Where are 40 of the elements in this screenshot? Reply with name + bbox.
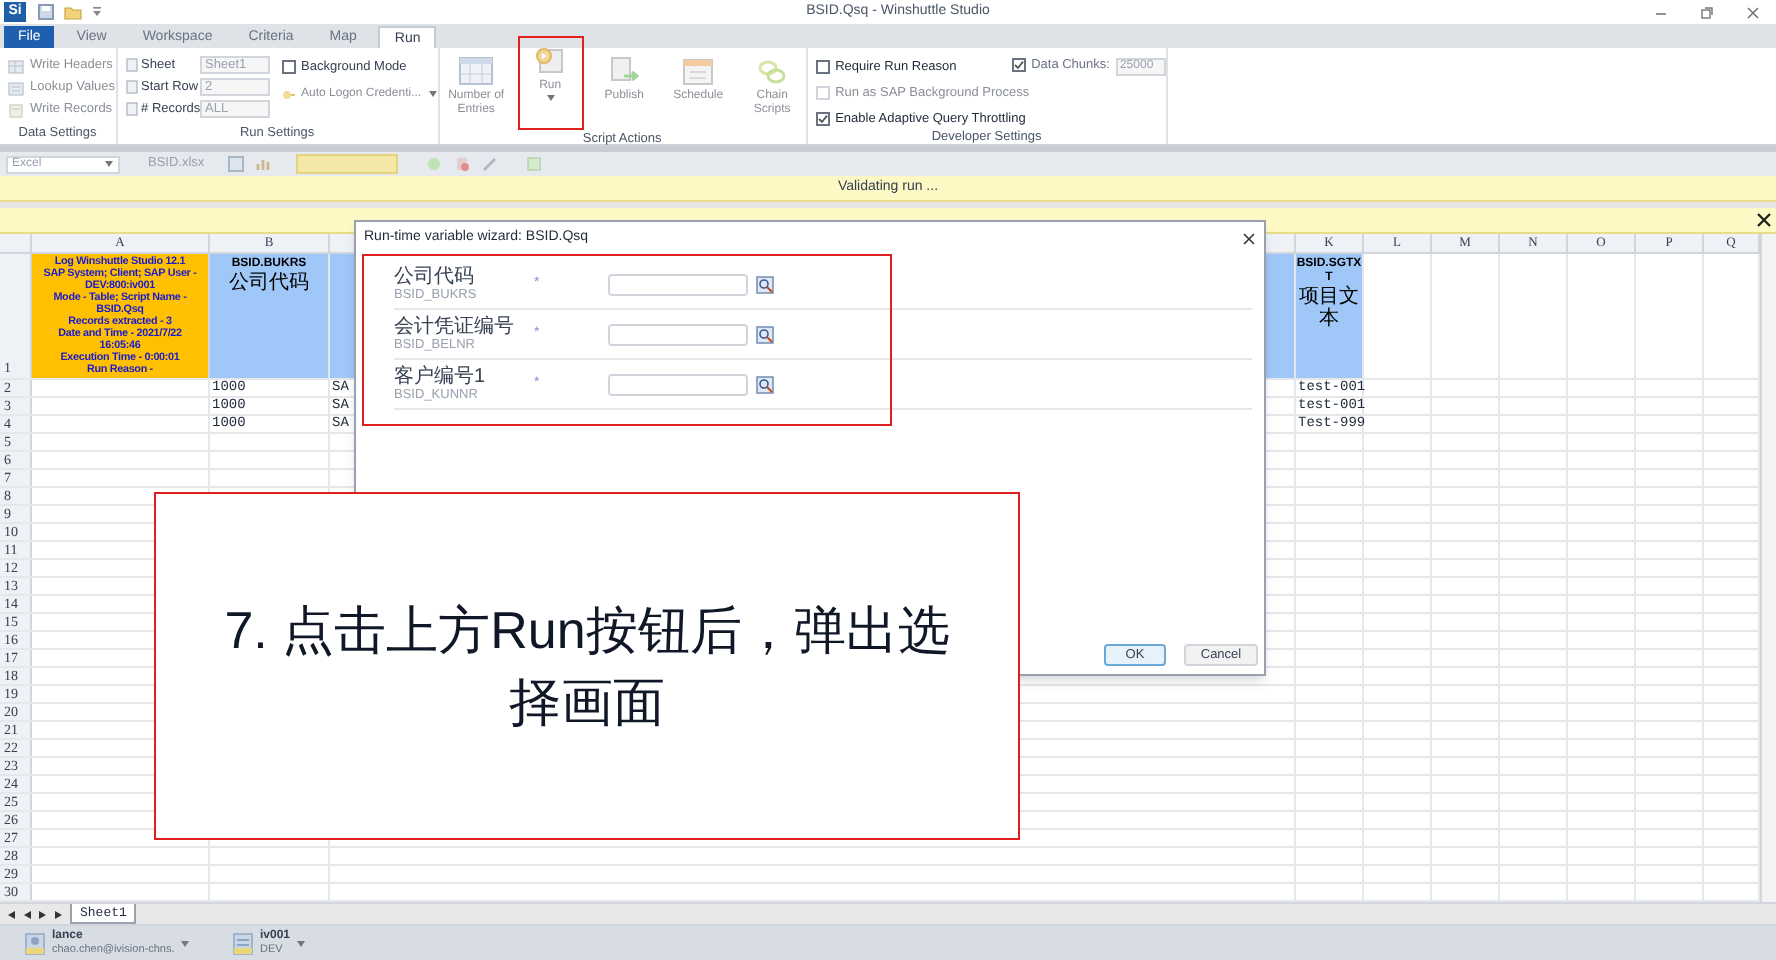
document-arrow-icon [606,56,643,86]
checkbox[interactable] [815,60,830,75]
chain-icon [754,56,791,86]
input-field[interactable] [608,373,748,395]
close-icon[interactable] [1756,212,1772,228]
delete-icon[interactable] [454,156,471,172]
folder-icon[interactable] [64,4,82,20]
skip-arrow-icon[interactable] [54,909,64,919]
save-icon[interactable] [38,4,54,20]
checkbox[interactable] [281,60,296,75]
list-icon [8,81,24,95]
caret-icon[interactable] [180,939,191,947]
key-icon [281,87,296,102]
lookup-icon[interactable] [756,375,774,393]
annotation-caption: 7. 点击上方Run按钮后，弹出选择画面 [222,598,952,736]
lookup-icon[interactable] [756,275,774,293]
restore-icon[interactable] [1700,5,1714,19]
vertical-scrollbar[interactable] [1760,234,1776,902]
document-icon [8,103,24,117]
caret-icon [104,160,114,168]
input-field[interactable] [608,323,748,345]
save-icon[interactable] [228,156,245,172]
checkbox[interactable] [815,111,830,126]
user-card-icon [24,931,46,955]
table-icon [8,59,24,73]
checkbox[interactable] [1011,58,1026,72]
caret-icon [545,94,556,102]
calendar-icon [680,56,717,86]
customize-icon[interactable] [92,6,102,18]
variable-label: 客户编号1 [394,365,488,387]
variable-label: 会计凭证编号 [394,315,516,337]
variable-label: 公司代码 [394,265,476,287]
skip-arrow-icon[interactable] [6,909,16,919]
close-icon[interactable] [1242,232,1256,246]
lookup-icon[interactable] [756,325,774,343]
input-field[interactable] [608,273,748,295]
server-icon [232,931,254,955]
table-icon [458,56,495,86]
caret-icon[interactable] [296,939,307,947]
caret-icon [427,90,438,99]
